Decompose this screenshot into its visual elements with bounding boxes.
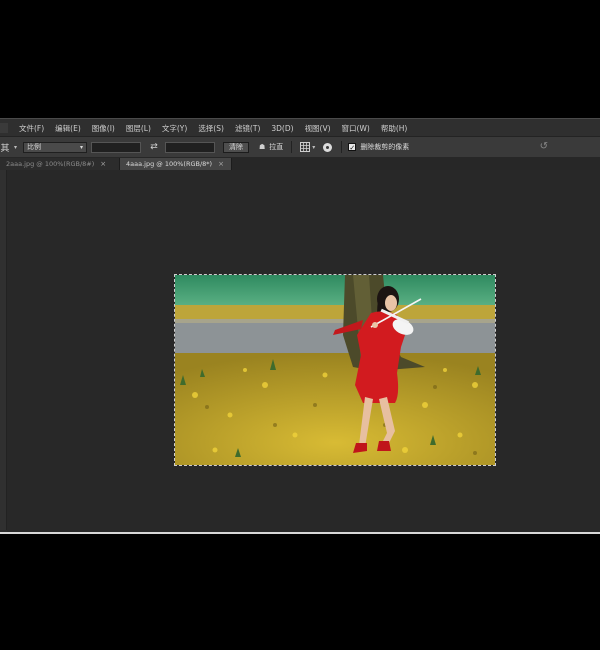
crop-settings-icon[interactable] [323, 142, 333, 152]
menu-type[interactable]: 文字(Y) [162, 123, 187, 134]
app-logo-icon [0, 123, 8, 133]
delete-cropped-label: 删除裁剪的像素 [360, 143, 410, 151]
menu-file[interactable]: 文件(F) [19, 123, 44, 134]
grid-overlay-icon[interactable] [300, 142, 311, 152]
menu-edit[interactable]: 编辑(E) [55, 123, 81, 134]
delete-cropped-checkbox[interactable]: ✓ [348, 143, 357, 152]
menu-help[interactable]: 帮助(H) [381, 123, 408, 134]
width-field[interactable] [91, 141, 142, 153]
photoshop-window: 文件(F) 编辑(E) 图像(I) 图层(L) 文字(Y) 选择(S) 滤镜(T… [0, 118, 600, 534]
menu-bar: 文件(F) 编辑(E) 图像(I) 图层(L) 文字(Y) 选择(S) 滤镜(T… [0, 118, 600, 137]
straighten-label[interactable]: 拉直 [269, 142, 283, 152]
straighten-icon[interactable]: ☗ [259, 143, 265, 151]
document-tab-bar: 2aaa.jpg @ 100%(RGB/8#) × 4aaa.jpg @ 100… [0, 157, 600, 170]
tab-4aaa[interactable]: 4aaa.jpg @ 100%(RGB/8*) × [120, 158, 232, 170]
menu-3d[interactable]: 3D(D) [271, 124, 293, 133]
chevron-down-icon: ▾ [80, 143, 84, 151]
tab-label: 2aaa.jpg @ 100%(RGB/8#) [6, 160, 95, 168]
menu-filter[interactable]: 滤镜(T) [235, 123, 260, 134]
close-icon[interactable]: × [218, 160, 224, 168]
menu-layer[interactable]: 图层(L) [126, 123, 151, 134]
ratio-select-value: 比例 [27, 143, 42, 151]
menu-window[interactable]: 窗口(W) [342, 123, 370, 134]
tab-label: 4aaa.jpg @ 100%(RGB/8*) [126, 160, 213, 168]
document-image[interactable] [174, 274, 496, 466]
menu-select[interactable]: 选择(S) [198, 123, 224, 134]
violinist-photo [175, 275, 495, 465]
options-bar: 其 ▾ 比例 ▾ ⇄ 清除 ☗ 拉直 ▾ ✓ 删除裁剪的像素 ↺ [0, 136, 600, 158]
options-divider [291, 141, 293, 153]
ratio-select[interactable]: 比例 ▾ [23, 141, 88, 153]
close-icon[interactable]: × [100, 160, 106, 168]
crop-tool-icon[interactable]: 其 [0, 141, 10, 154]
reset-icon[interactable]: ↺ [540, 141, 548, 152]
overlay-dropdown-icon[interactable]: ▾ [312, 144, 315, 151]
tab-2aaa[interactable]: 2aaa.jpg @ 100%(RGB/8#) × [0, 158, 120, 170]
menu-image[interactable]: 图像(I) [92, 123, 115, 134]
menu-view[interactable]: 视图(V) [305, 123, 331, 134]
height-field[interactable] [165, 141, 216, 153]
options-divider [341, 141, 343, 153]
swap-arrows-icon[interactable]: ⇄ [147, 142, 161, 152]
tool-preset-dropdown-icon[interactable]: ▾ [14, 144, 17, 151]
tools-panel-edge[interactable] [0, 170, 7, 530]
clear-button[interactable]: 清除 [223, 141, 250, 153]
canvas-area[interactable] [7, 170, 600, 532]
